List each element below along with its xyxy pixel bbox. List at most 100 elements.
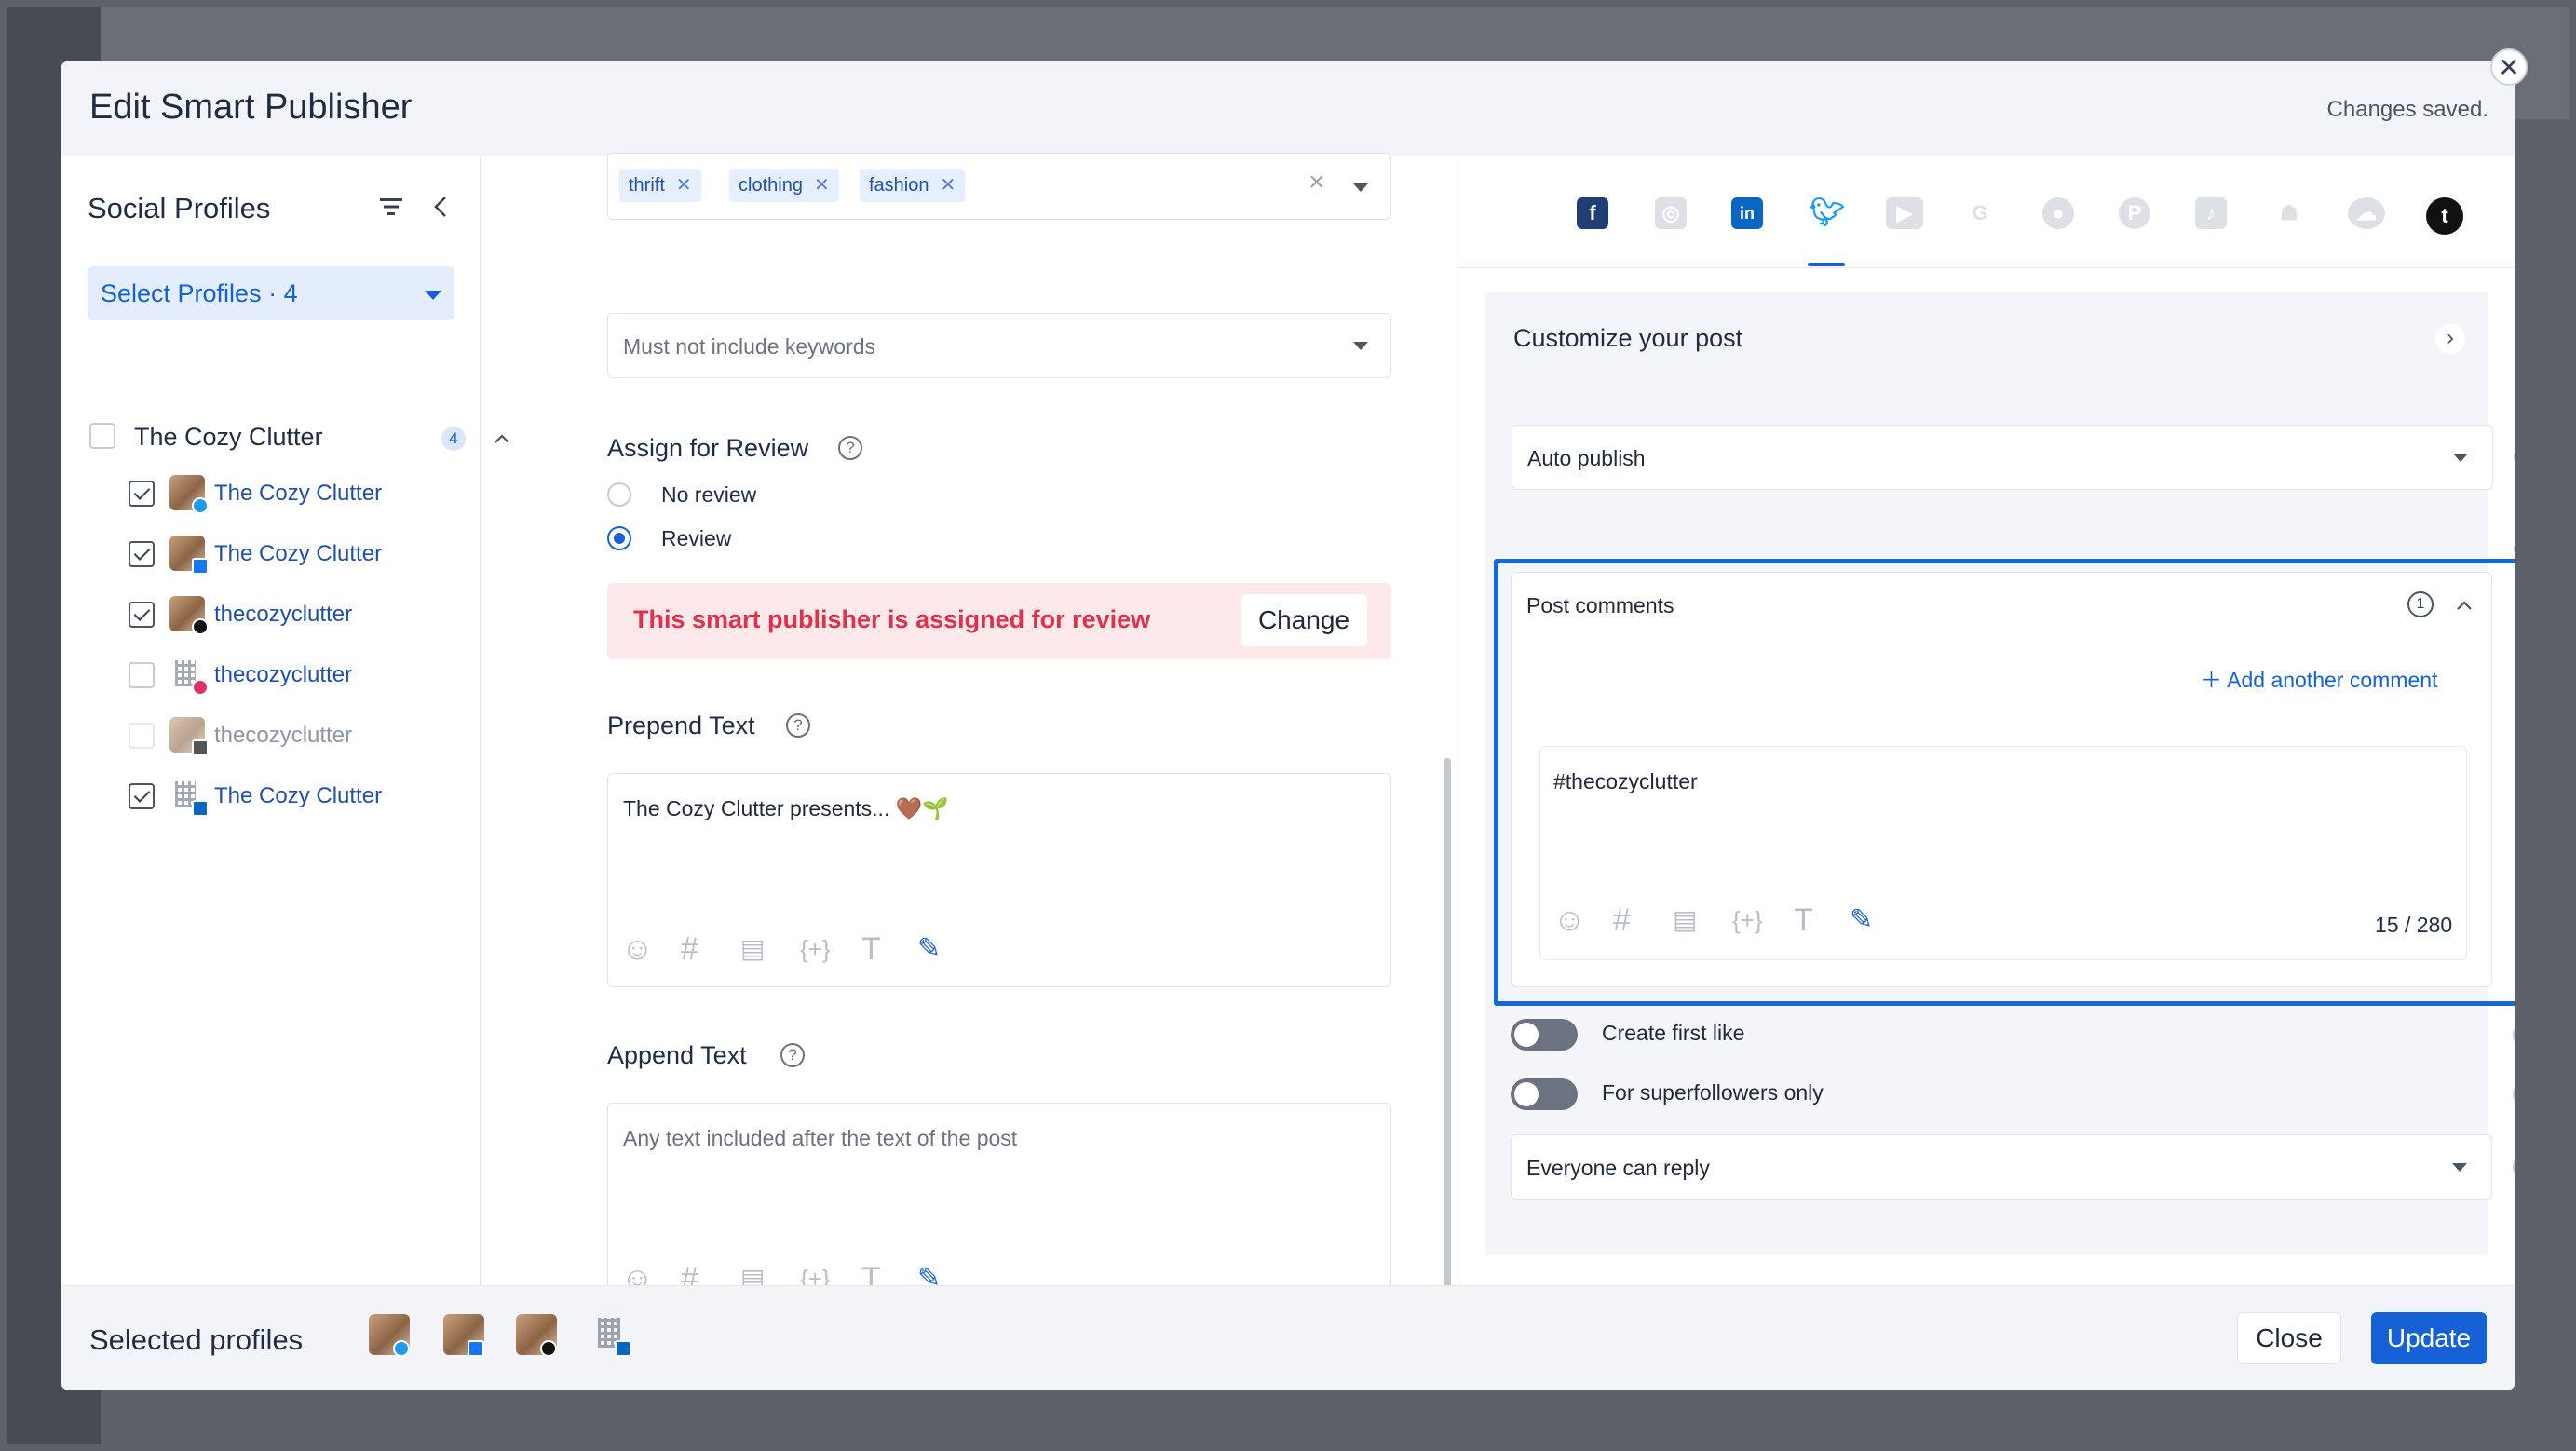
- emoji-icon[interactable]: ☺: [621, 929, 654, 970]
- editor-toolbar: ☺ # ▤ {+} T ✎: [621, 929, 975, 970]
- clear-icon[interactable]: ×: [1308, 167, 1325, 198]
- modal-close-icon[interactable]: ✕: [2490, 48, 2528, 86]
- comment-count-icon: 1: [2407, 591, 2434, 617]
- snippet-icon[interactable]: ▤: [740, 929, 765, 970]
- edit-smart-publisher-modal: Edit Smart Publisher Changes saved. Soci…: [61, 61, 2515, 1390]
- add-comment-button[interactable]: ＋ Add another comment: [2201, 662, 2437, 694]
- profile-row[interactable]: The Cozy Clutter: [61, 473, 481, 514]
- avatar: [590, 1314, 631, 1357]
- prepend-text-label: Prepend Text: [607, 712, 755, 739]
- info-icon[interactable]: i: [2514, 445, 2515, 469]
- twitter-icon[interactable]: 🐦︎: [1810, 197, 1845, 229]
- text-format-icon[interactable]: T: [861, 929, 881, 970]
- profile-row[interactable]: The Cozy Clutter: [61, 534, 481, 575]
- snapchat-icon[interactable]: ☗: [2273, 197, 2305, 229]
- network-tabs: f ◎ in 🐦︎ ▶ G ● P ♪ ☗ ☁ t: [1457, 156, 2515, 268]
- profile-name: thecozyclutter: [214, 723, 353, 748]
- exclude-keywords-placeholder: Must not include keywords: [623, 334, 876, 359]
- close-button[interactable]: Close: [2237, 1312, 2341, 1364]
- info-icon[interactable]: i: [2514, 536, 2515, 561]
- social-profiles-panel: Social Profiles Select Profiles · 4 The …: [61, 156, 509, 1285]
- review-notice: This smart publisher is assigned for rev…: [607, 583, 1391, 659]
- profile-name: thecozyclutter: [214, 662, 353, 687]
- variable-icon[interactable]: {+}: [800, 929, 831, 970]
- superfollowers-toggle[interactable]: [1511, 1078, 1578, 1110]
- review-radio[interactable]: [607, 526, 631, 550]
- profile-row[interactable]: thecozyclutter: [61, 655, 481, 696]
- collapse-panel-icon[interactable]: [428, 194, 454, 220]
- reply-setting-select[interactable]: Everyone can reply: [1511, 1134, 2492, 1200]
- magic-wand-icon[interactable]: ✎: [1850, 900, 1873, 941]
- keyword-tag[interactable]: clothing ✕: [729, 169, 839, 202]
- create-first-like-label: Create first like: [1602, 1021, 1745, 1045]
- linkedin-icon: [615, 1340, 631, 1357]
- create-first-like-toggle[interactable]: [1511, 1019, 1578, 1051]
- no-review-radio[interactable]: [607, 482, 631, 507]
- exclude-keywords-field[interactable]: Must not include keywords: [607, 313, 1391, 378]
- text-format-icon[interactable]: T: [1794, 900, 1813, 941]
- superfollowers-label: For superfollowers only: [1602, 1080, 1824, 1105]
- group-name: The Cozy Clutter: [134, 423, 323, 451]
- append-text-placeholder: Any text included after the text of the …: [623, 1126, 1018, 1150]
- active-tab-indicator: [1808, 263, 1845, 266]
- reply-setting-value: Everyone can reply: [1526, 1156, 1710, 1180]
- instagram-icon[interactable]: ◎: [1655, 197, 1687, 229]
- profile-checkbox[interactable]: [129, 602, 155, 628]
- prepend-text-editor[interactable]: The Cozy Clutter presents... 🤎🌱 ☺ # ▤ {+…: [607, 773, 1391, 987]
- profile-checkbox[interactable]: [129, 662, 155, 688]
- chevron-up-icon[interactable]: [2454, 595, 2474, 616]
- editor-toolbar: ☺ # ▤ {+} T ✎: [1553, 900, 1907, 941]
- help-icon[interactable]: ?: [786, 713, 810, 738]
- help-icon[interactable]: ?: [780, 1043, 805, 1067]
- profile-name: The Cozy Clutter: [214, 481, 383, 506]
- hashtag-icon[interactable]: #: [681, 929, 698, 970]
- tumblr-icon[interactable]: t: [2426, 197, 2463, 235]
- youtube-icon[interactable]: ▶: [1886, 197, 1923, 229]
- emoji-icon[interactable]: ☺: [1553, 900, 1586, 941]
- select-profiles-dropdown[interactable]: Select Profiles · 4: [88, 266, 454, 320]
- include-keywords-field[interactable]: thrift ✕ clothing ✕ fashion ✕ ×: [607, 153, 1391, 220]
- remove-tag-icon[interactable]: ✕: [676, 175, 692, 196]
- facebook-icon[interactable]: f: [1577, 197, 1608, 229]
- profile-checkbox[interactable]: [129, 783, 155, 809]
- profile-name: thecozyclutter: [214, 602, 353, 627]
- chevron-down-icon[interactable]: [1353, 183, 1368, 192]
- update-button[interactable]: Update: [2371, 1312, 2487, 1364]
- profile-checkbox[interactable]: [129, 541, 155, 567]
- facebook-icon: [468, 1340, 484, 1357]
- filter-icon[interactable]: [378, 196, 404, 218]
- bluesky-icon[interactable]: ☁: [2348, 197, 2385, 229]
- avatar: [516, 1314, 557, 1357]
- avatar: [369, 1314, 410, 1357]
- tiktok-icon[interactable]: ♪: [2195, 197, 2227, 229]
- group-checkbox[interactable]: [89, 423, 115, 449]
- select-profiles-label: Select Profiles · 4: [101, 279, 298, 307]
- profile-checkbox[interactable]: [129, 481, 155, 507]
- hashtag-icon[interactable]: #: [1613, 900, 1631, 941]
- profile-row[interactable]: thecozyclutter: [61, 594, 481, 635]
- snippet-icon[interactable]: ▤: [1673, 900, 1697, 941]
- modal-header: Edit Smart Publisher Changes saved.: [61, 61, 2515, 156]
- magic-wand-icon[interactable]: ✎: [917, 929, 941, 970]
- pinterest-icon[interactable]: P: [2119, 197, 2150, 229]
- post-comments-card: Post comments 1 ＋ Add another comment #t…: [1511, 572, 2492, 987]
- change-reviewer-button[interactable]: Change: [1241, 594, 1367, 646]
- remove-tag-icon[interactable]: ✕: [941, 175, 956, 196]
- help-icon[interactable]: ?: [838, 436, 862, 460]
- google-icon[interactable]: G: [1964, 197, 1996, 229]
- profile-row[interactable]: The Cozy Clutter: [61, 776, 481, 817]
- chevron-down-icon: [425, 291, 441, 300]
- comment-editor[interactable]: #thecozyclutter ☺ # ▤ {+} T ✎ 15 / 280: [1539, 746, 2467, 960]
- variable-icon[interactable]: {+}: [1732, 900, 1763, 941]
- linkedin-icon[interactable]: in: [1731, 197, 1763, 229]
- chevron-down-icon[interactable]: [1353, 342, 1368, 350]
- scrollbar[interactable]: [1444, 758, 1451, 1341]
- facebook-icon: [192, 558, 209, 575]
- remove-tag-icon[interactable]: ✕: [814, 175, 830, 196]
- keyword-tag[interactable]: fashion ✕: [860, 169, 966, 202]
- post-comments-title: Post comments: [1526, 593, 1674, 617]
- no-review-label: No review: [661, 482, 757, 507]
- reddit-icon[interactable]: ●: [2042, 197, 2074, 229]
- tiktok-icon: [192, 739, 209, 756]
- keyword-tag[interactable]: thrift ✕: [619, 169, 701, 202]
